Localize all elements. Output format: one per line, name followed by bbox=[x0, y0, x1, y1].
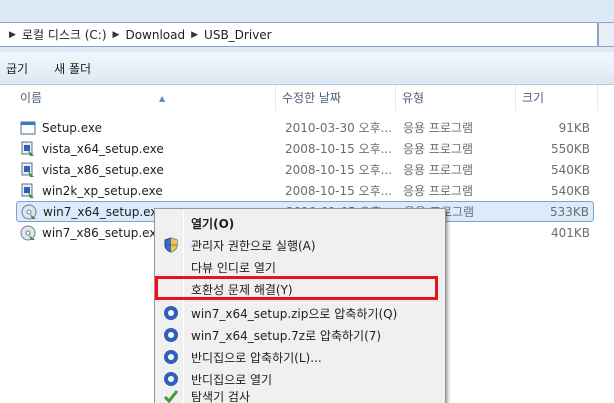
context-menu: 열기(O) 관리자 권한으로 실행(A) 다뷰 인디로 열기 호환성 문제 해결… bbox=[154, 208, 446, 403]
table-row[interactable]: win2k_xp_setup.exe 2008-10-15 오후... 응용 프… bbox=[16, 180, 594, 201]
column-type[interactable]: 유형 bbox=[398, 85, 516, 111]
menu-item-compress-zip[interactable]: win7_x64_setup.zip으로 압축하기(Q) bbox=[157, 302, 443, 324]
file-size: 91KB bbox=[558, 120, 590, 135]
table-row[interactable]: vista_x64_setup.exe 2008-10-15 오후... 응용 … bbox=[16, 138, 594, 159]
file-date: 2008-10-15 오후... bbox=[285, 184, 393, 198]
annotation-highlight-box bbox=[155, 276, 438, 300]
file-date: 2008-10-15 오후... bbox=[285, 142, 393, 156]
file-date: 2010-03-30 오후... bbox=[285, 121, 393, 135]
installer-icon bbox=[21, 183, 34, 198]
breadcrumb-chevron-icon[interactable]: ▶ bbox=[9, 30, 16, 40]
column-date-label: 수정한 날짜 bbox=[282, 91, 342, 105]
column-size[interactable]: 크기 bbox=[518, 85, 598, 111]
uac-shield-icon bbox=[164, 237, 178, 253]
file-type: 응용 프로그램 bbox=[403, 121, 474, 135]
file-type: 응용 프로그램 bbox=[403, 184, 474, 198]
column-name[interactable]: 이름 ▲ bbox=[16, 85, 276, 111]
scan-checkmark-icon bbox=[163, 390, 179, 403]
address-bar-area: ▶ 로컬 디스크 (C:) ▶ Download ▶ USB_Driver bbox=[0, 0, 614, 52]
bandizip-icon bbox=[164, 328, 178, 342]
file-type: 응용 프로그램 bbox=[403, 142, 474, 156]
toolbar: 굽기 새 폴더 bbox=[0, 52, 614, 85]
column-type-label: 유형 bbox=[402, 91, 425, 105]
file-type: 응용 프로그램 bbox=[403, 163, 474, 177]
menu-item-label: 관리자 권한으로 실행(A) bbox=[191, 238, 316, 253]
file-name: win7_x64_setup.exe bbox=[43, 204, 165, 219]
address-bar[interactable]: ▶ 로컬 디스크 (C:) ▶ Download ▶ USB_Driver bbox=[0, 22, 598, 47]
new-folder-button[interactable]: 새 폴더 bbox=[48, 60, 97, 77]
menu-item-open-daum[interactable]: 다뷰 인디로 열기 bbox=[157, 256, 443, 278]
column-name-label: 이름 bbox=[20, 91, 43, 105]
file-name: Setup.exe bbox=[42, 120, 103, 135]
menu-item-compress-bandizip[interactable]: 반디집으로 압축하기(L)... bbox=[157, 346, 443, 368]
column-headers: 이름 ▲ 수정한 날짜 유형 크기 bbox=[0, 85, 614, 111]
file-name: win2k_xp_setup.exe bbox=[42, 183, 163, 198]
file-size: 550KB bbox=[550, 141, 590, 156]
menu-item-label: 탐색기 검사 bbox=[191, 389, 251, 403]
file-size: 401KB bbox=[550, 225, 590, 240]
file-size: 533KB bbox=[549, 204, 589, 219]
file-name: vista_x86_setup.exe bbox=[42, 162, 164, 177]
refresh-button[interactable] bbox=[598, 22, 614, 47]
breadcrumb-chevron-icon[interactable]: ▶ bbox=[191, 30, 198, 40]
file-date: 2008-10-15 오후... bbox=[285, 163, 393, 177]
application-icon bbox=[20, 121, 36, 134]
file-size: 540KB bbox=[550, 162, 590, 177]
breadcrumb-local-disk[interactable]: 로컬 디스크 (C:) bbox=[22, 26, 107, 43]
burn-button[interactable]: 굽기 bbox=[0, 60, 34, 77]
sort-up-icon: ▲ bbox=[159, 94, 166, 103]
cd-installer-icon bbox=[21, 204, 37, 219]
menu-item-scan-explorer[interactable]: 탐색기 검사 bbox=[157, 385, 443, 403]
installer-icon bbox=[21, 162, 34, 177]
file-size: 540KB bbox=[550, 183, 590, 198]
bandizip-icon bbox=[164, 350, 178, 364]
menu-item-run-as-admin[interactable]: 관리자 권한으로 실행(A) bbox=[157, 234, 443, 256]
menu-item-label: 반디집으로 압축하기(L)... bbox=[191, 350, 322, 365]
menu-item-open[interactable]: 열기(O) bbox=[157, 212, 443, 234]
breadcrumb-chevron-icon[interactable]: ▶ bbox=[113, 30, 120, 40]
cd-installer-icon bbox=[20, 225, 36, 240]
menu-item-label: 열기(O) bbox=[191, 216, 235, 231]
menu-item-compress-7z[interactable]: win7_x64_setup.7z로 압축하기(7) bbox=[157, 324, 443, 346]
file-name: vista_x64_setup.exe bbox=[42, 141, 164, 156]
breadcrumb-download[interactable]: Download bbox=[125, 28, 185, 42]
column-date[interactable]: 수정한 날짜 bbox=[278, 85, 396, 111]
table-row[interactable]: Setup.exe 2010-03-30 오후... 응용 프로그램 91KB bbox=[16, 117, 594, 138]
installer-icon bbox=[21, 141, 34, 156]
file-name: win7_x86_setup.exe bbox=[42, 225, 164, 240]
menu-item-label: 다뷰 인디로 열기 bbox=[191, 260, 276, 275]
table-row[interactable]: vista_x86_setup.exe 2008-10-15 오후... 응용 … bbox=[16, 159, 594, 180]
bandizip-icon bbox=[164, 306, 178, 320]
breadcrumb-usb-driver[interactable]: USB_Driver bbox=[204, 28, 272, 42]
menu-item-label: win7_x64_setup.zip으로 압축하기(Q) bbox=[191, 306, 398, 321]
column-size-label: 크기 bbox=[522, 91, 545, 105]
menu-item-label: win7_x64_setup.7z로 압축하기(7) bbox=[191, 328, 382, 343]
